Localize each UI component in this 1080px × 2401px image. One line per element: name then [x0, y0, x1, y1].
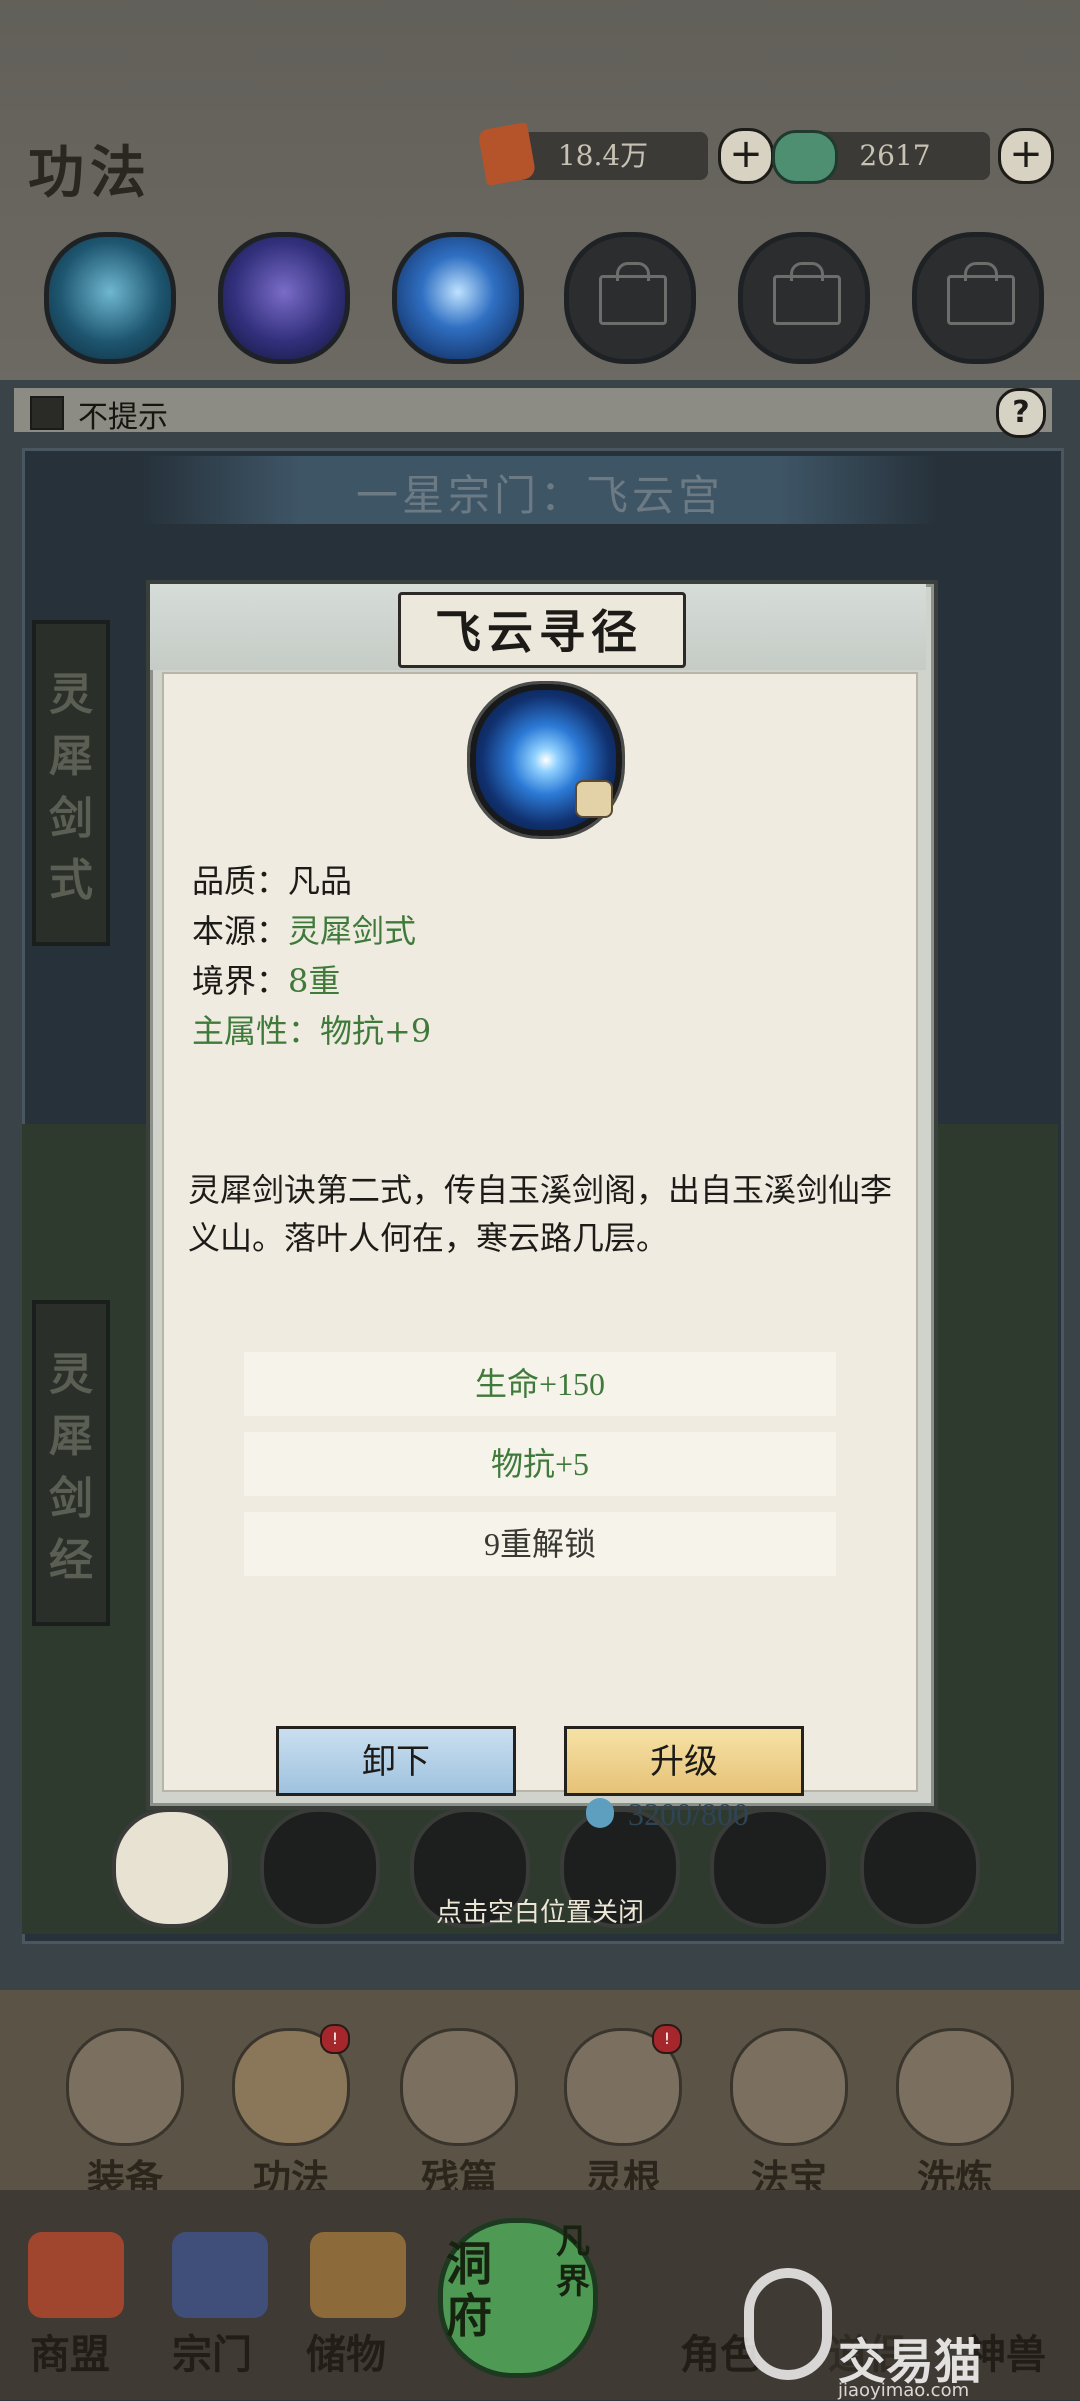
prop-source: 本源：灵犀剑式 — [192, 906, 416, 952]
tab-treasure[interactable]: 法宝 — [724, 2028, 854, 2203]
lock-icon — [773, 262, 841, 325]
dock-sect[interactable]: 宗门 — [172, 2322, 252, 2380]
realm-value: 8重 — [288, 962, 341, 1000]
notification-dot: ! — [320, 2024, 350, 2054]
lock-icon — [599, 262, 667, 325]
no-prompt-checkbox[interactable] — [30, 396, 64, 430]
help-icon[interactable]: ? — [996, 388, 1046, 438]
tab-spirit-root[interactable]: 灵根 ! — [558, 2024, 688, 2203]
spirit-stone-icon — [586, 1798, 614, 1828]
tab-fragments[interactable]: 残篇 — [394, 2028, 524, 2203]
watermark-url: jiaoyimao.com — [838, 2380, 970, 2401]
realm-label: 境界： — [192, 962, 289, 1000]
skill-slot-2[interactable] — [218, 232, 350, 364]
technique-scroll-1[interactable]: 灵犀剑式 — [32, 620, 110, 946]
technique-scroll-1-label: 灵犀剑式 — [49, 669, 93, 906]
dock-storage[interactable]: 储物 — [306, 2322, 386, 2380]
merchant-guild-icon[interactable] — [28, 2232, 124, 2318]
tab-equipment[interactable]: 装备 — [60, 2028, 190, 2203]
technique-scroll-2[interactable]: 灵犀剑经 — [32, 1300, 110, 1626]
tab-refine[interactable]: 洗炼 — [890, 2028, 1020, 2203]
close-hint: 点击空白位置关闭 — [435, 1898, 644, 1928]
equipment-icon — [66, 2028, 184, 2146]
dock-mortal-realm[interactable]: 凡界 — [556, 2222, 616, 2302]
skill-slot-4-locked[interactable] — [564, 232, 696, 364]
attribute-row-3: 9重解锁 — [244, 1512, 836, 1576]
notice-bar — [14, 388, 1052, 432]
jade-icon — [772, 130, 838, 184]
attribute-row-1: 生命+150 — [244, 1352, 836, 1416]
main-attribute-label: 主属性： — [192, 1012, 321, 1050]
source-label: 本源： — [192, 912, 289, 950]
dock-merchant-guild[interactable]: 商盟 — [30, 2322, 110, 2380]
upgrade-button[interactable]: 升级 — [564, 1726, 804, 1796]
attribute-row-2: 物抗+5 — [244, 1432, 836, 1496]
refine-locked-icon — [896, 2028, 1014, 2146]
skill-slot-1[interactable] — [44, 232, 176, 364]
dock-cave-residence[interactable]: 洞府 — [446, 2238, 518, 2342]
currency-jade-value: 2617 — [859, 139, 931, 172]
notification-dot: ! — [652, 2024, 682, 2054]
quality-label: 品质： — [192, 862, 289, 900]
currency-ore-value: 18.4万 — [557, 139, 649, 172]
watermark-logo-icon — [744, 2268, 832, 2380]
prop-quality: 品质：凡品 — [192, 856, 352, 902]
dialog-title: 飞云寻径 — [435, 605, 643, 659]
quality-value: 凡品 — [288, 862, 353, 900]
technique-description: 灵犀剑诀第二式，传自玉溪剑阁，出自玉溪剑仙李义山。落叶人何在，寒云路几层。 — [188, 1171, 893, 1257]
technique-scroll-2-label: 灵犀剑经 — [49, 1349, 93, 1586]
prop-main-attribute: 主属性：物抗+9 — [192, 1006, 431, 1052]
lock-icon — [947, 262, 1015, 325]
skill-slot-3[interactable] — [392, 232, 524, 364]
skill-slot-5-locked[interactable] — [738, 232, 870, 364]
scroll-badge-icon — [575, 780, 613, 818]
prop-realm: 境界：8重 — [192, 956, 340, 1002]
ore-icon — [477, 122, 537, 186]
page-title: 功法 — [28, 140, 152, 206]
skill-slot-6-locked[interactable] — [912, 232, 1044, 364]
fragments-locked-icon — [400, 2028, 518, 2146]
upgrade-cost: 3200/800 — [628, 1796, 749, 1832]
treasure-icon — [730, 2028, 848, 2146]
no-prompt-label: 不提示 — [78, 400, 168, 435]
source-value: 灵犀剑式 — [288, 912, 417, 950]
unequip-button[interactable]: 卸下 — [276, 1726, 516, 1796]
sect-icon[interactable] — [172, 2232, 268, 2318]
main-attribute-value: 物抗+9 — [320, 1012, 432, 1050]
add-jade-button[interactable]: + — [998, 128, 1054, 184]
storage-icon[interactable] — [310, 2232, 406, 2318]
tab-technique[interactable]: 功法 ! — [226, 2024, 356, 2203]
add-ore-button[interactable]: + — [718, 128, 774, 184]
sect-title: 一星宗门：飞云宫 — [355, 471, 724, 520]
